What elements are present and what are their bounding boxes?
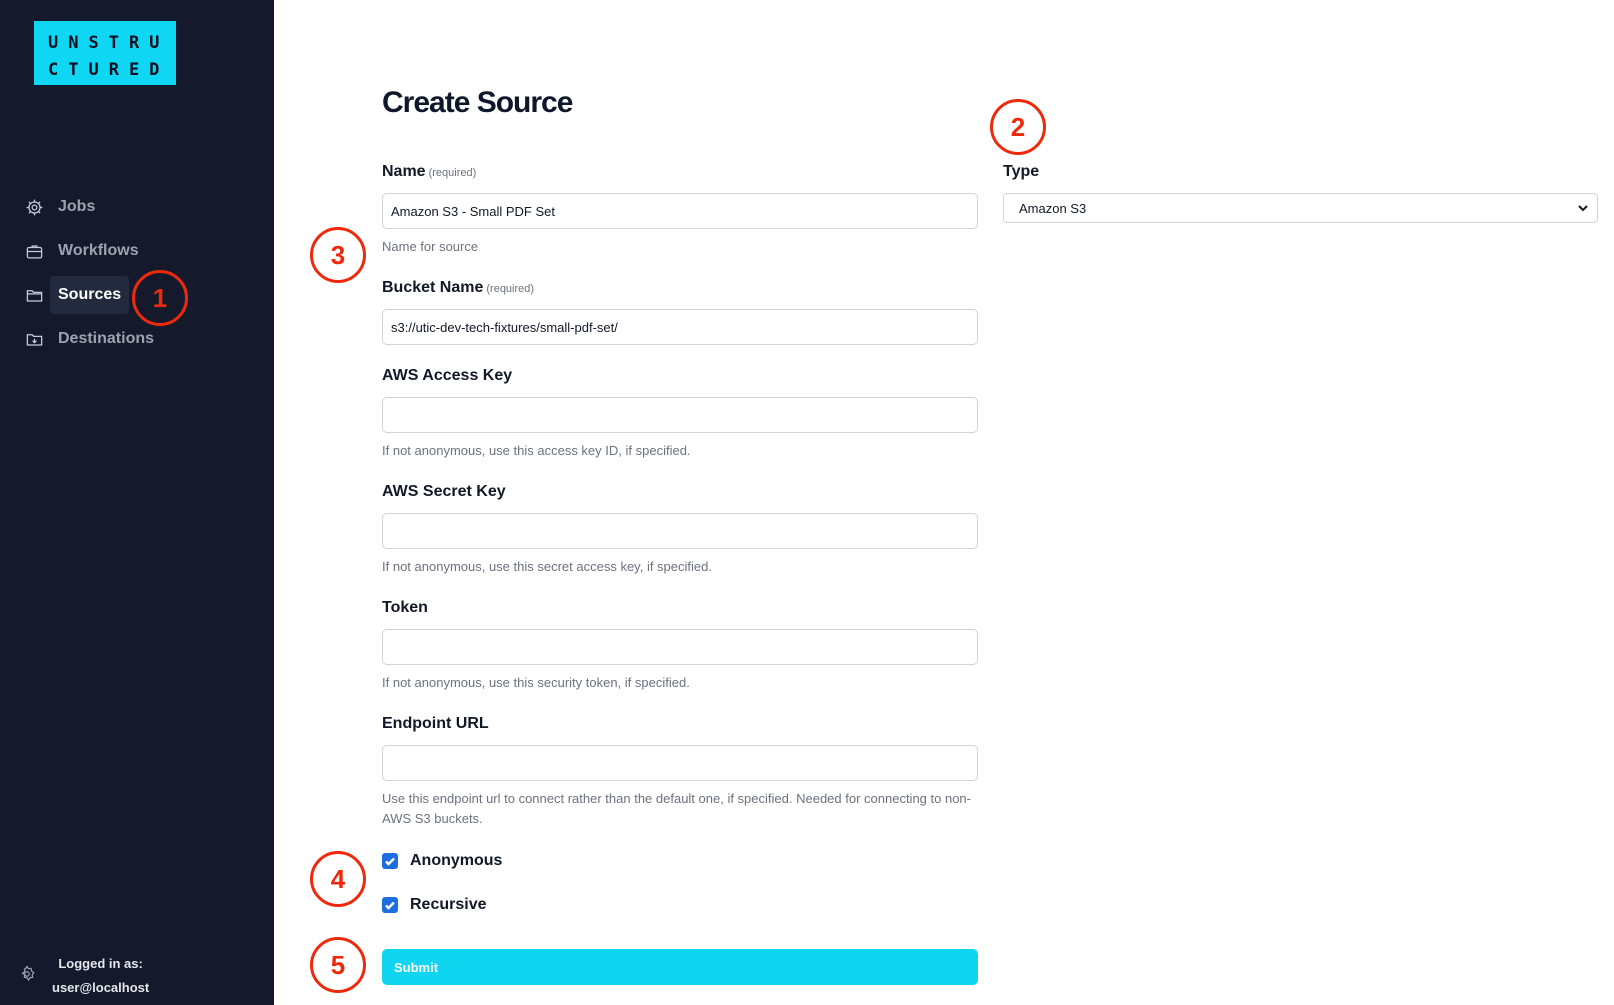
secret-key-help: If not anonymous, use this secret access… bbox=[382, 559, 712, 574]
token-input[interactable] bbox=[382, 629, 978, 665]
sidebar-item-label: Workflows bbox=[58, 242, 139, 259]
name-help: Name for source bbox=[382, 239, 479, 254]
name-label-text: Name bbox=[382, 163, 426, 180]
bucket-name-input[interactable] bbox=[382, 309, 978, 345]
endpoint-help: Use this endpoint url to connect rather … bbox=[382, 789, 982, 829]
settings-icon[interactable] bbox=[18, 964, 36, 988]
name-required-tag: (required) bbox=[428, 167, 477, 179]
annotation-marker-4: 4 bbox=[310, 851, 366, 907]
sidebar-item-jobs[interactable]: Jobs bbox=[24, 188, 95, 226]
logo-line-2: CTURED bbox=[48, 60, 170, 80]
logo-line-1: UNSTRU bbox=[48, 33, 170, 53]
folder-download-icon bbox=[24, 329, 44, 349]
endpoint-url-input[interactable] bbox=[382, 745, 978, 781]
anonymous-label: Anonymous bbox=[410, 852, 503, 869]
endpoint-help-line-1: Use this endpoint url to connect rather … bbox=[382, 791, 971, 806]
access-key-input[interactable] bbox=[382, 397, 978, 433]
logged-in-label: Logged in as: bbox=[58, 956, 143, 971]
checkmark-icon bbox=[385, 901, 395, 910]
annotation-marker-2: 2 bbox=[990, 99, 1046, 155]
chevron-down-icon bbox=[1578, 205, 1588, 212]
anonymous-option[interactable]: Anonymous bbox=[382, 852, 502, 870]
access-key-label: AWS Access Key bbox=[382, 367, 513, 384]
annotation-marker-1: 1 bbox=[132, 270, 188, 326]
jobs-gear-icon bbox=[24, 197, 44, 217]
page-title: Create Source bbox=[382, 86, 573, 119]
briefcase-icon bbox=[24, 241, 44, 261]
endpoint-help-line-2: AWS S3 buckets. bbox=[382, 811, 483, 826]
sidebar-item-destinations[interactable]: Destinations bbox=[24, 320, 154, 358]
submit-button[interactable]: Submit bbox=[382, 949, 978, 985]
folder-icon bbox=[24, 285, 44, 305]
type-label: Type bbox=[1003, 163, 1040, 180]
bucket-required-tag: (required) bbox=[486, 283, 535, 295]
access-key-help: If not anonymous, use this access key ID… bbox=[382, 443, 691, 458]
name-input[interactable] bbox=[382, 193, 978, 229]
bucket-label: Bucket Name (required) bbox=[382, 279, 534, 297]
sidebar-item-label: Jobs bbox=[58, 198, 96, 215]
type-select[interactable]: Amazon S3 bbox=[1003, 193, 1598, 223]
sidebar: UNSTRU CTURED Jobs Workflows Sources Des… bbox=[0, 0, 274, 1005]
token-label: Token bbox=[382, 599, 428, 616]
recursive-checkbox[interactable] bbox=[382, 897, 398, 913]
secret-key-label: AWS Secret Key bbox=[382, 483, 506, 500]
recursive-option[interactable]: Recursive bbox=[382, 896, 487, 914]
sidebar-item-label: Sources bbox=[50, 276, 130, 314]
anonymous-checkbox[interactable] bbox=[382, 853, 398, 869]
annotation-marker-5: 5 bbox=[310, 937, 366, 993]
endpoint-label: Endpoint URL bbox=[382, 715, 489, 732]
type-select-value: Amazon S3 bbox=[1019, 200, 1087, 216]
logged-in-email: user@localhost bbox=[52, 980, 150, 995]
bucket-label-text: Bucket Name bbox=[382, 279, 484, 296]
sidebar-item-label: Destinations bbox=[58, 330, 155, 347]
logged-in-user: Logged in as: user@localhost bbox=[52, 952, 149, 1000]
token-help: If not anonymous, use this security toke… bbox=[382, 675, 690, 690]
recursive-label: Recursive bbox=[410, 896, 487, 913]
checkmark-icon bbox=[385, 857, 395, 866]
sidebar-item-sources[interactable]: Sources bbox=[24, 276, 130, 314]
unstructured-logo[interactable]: UNSTRU CTURED bbox=[34, 21, 176, 85]
sidebar-item-workflows[interactable]: Workflows bbox=[24, 232, 139, 270]
annotation-marker-3: 3 bbox=[310, 227, 366, 283]
secret-key-input[interactable] bbox=[382, 513, 978, 549]
user-footer: Logged in as: user@localhost bbox=[18, 952, 149, 1000]
name-label: Name (required) bbox=[382, 163, 476, 181]
